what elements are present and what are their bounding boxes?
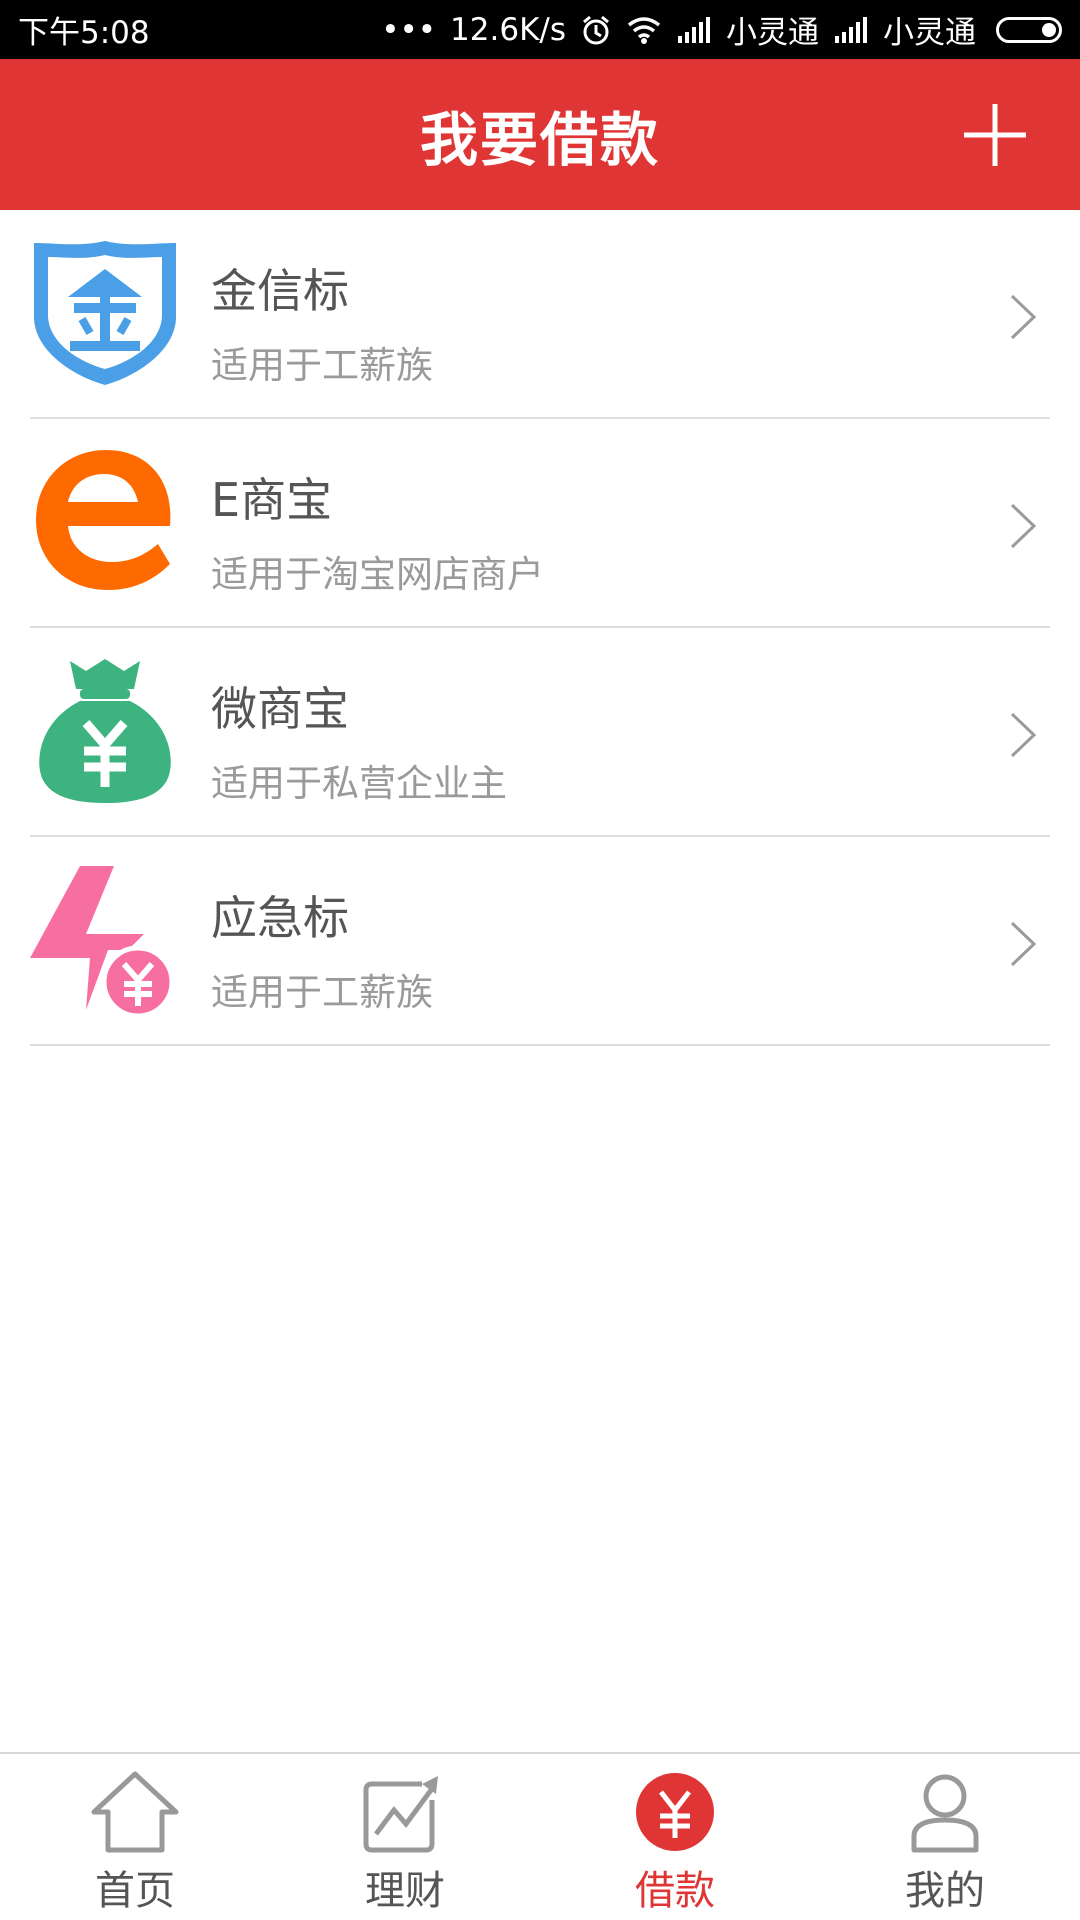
e-letter-icon xyxy=(36,450,171,590)
status-dots: ••• xyxy=(381,11,437,48)
lightning-yen-icon xyxy=(30,866,175,1014)
nav-mine[interactable]: 我的 xyxy=(810,1754,1080,1920)
carrier-2: 小灵通 xyxy=(883,15,976,51)
loan-title: 金信标 xyxy=(211,264,349,318)
chevron-right-icon xyxy=(1010,294,1037,340)
money-bag-icon xyxy=(39,659,171,803)
yen-circle-icon xyxy=(636,1773,714,1851)
nav-home-label: 首页 xyxy=(95,1868,175,1914)
chart-trend-icon xyxy=(363,1776,438,1853)
chevron-right-icon xyxy=(1010,712,1037,758)
wifi-icon xyxy=(627,16,661,44)
loan-subtitle: 适用于工薪族 xyxy=(211,344,433,387)
loan-title: E商宝 xyxy=(211,473,333,527)
chevron-right-icon xyxy=(1010,921,1037,967)
bottom-nav: 首页 理财 借款 我的 xyxy=(0,1752,1080,1920)
signal-icon-2 xyxy=(835,16,867,43)
loan-title: 应急标 xyxy=(211,891,349,945)
loan-subtitle: 适用于工薪族 xyxy=(211,971,433,1014)
carrier-1: 小灵通 xyxy=(726,15,819,51)
nav-borrow-label: 借款 xyxy=(635,1868,715,1914)
battery-icon xyxy=(996,16,1062,43)
signal-icon xyxy=(678,16,710,43)
gold-shield-icon xyxy=(34,241,176,385)
nav-home[interactable]: 首页 xyxy=(0,1754,270,1920)
loan-item-jinxinbiao[interactable]: 金信标 适用于工薪族 xyxy=(30,210,1050,419)
loan-item-weishangbao[interactable]: 微商宝 适用于私营企业主 xyxy=(30,628,1050,837)
network-speed: 12.6K/s xyxy=(450,11,566,48)
loan-item-eshangbao[interactable]: E商宝 适用于淘宝网店商户 xyxy=(30,419,1050,628)
loan-subtitle: 适用于私营企业主 xyxy=(211,762,507,805)
chevron-right-icon xyxy=(1010,503,1037,549)
nav-borrow[interactable]: 借款 xyxy=(540,1754,810,1920)
page-title: 我要借款 xyxy=(419,105,660,174)
home-icon xyxy=(91,1771,179,1853)
loan-subtitle: 适用于淘宝网店商户 xyxy=(211,553,544,596)
loan-item-yingjibiao[interactable]: 应急标 适用于工薪族 xyxy=(30,837,1050,1046)
nav-finance-label: 理财 xyxy=(365,1868,445,1914)
user-icon xyxy=(911,1774,979,1853)
loan-title: 微商宝 xyxy=(211,682,349,736)
nav-finance[interactable]: 理财 xyxy=(270,1754,540,1920)
status-bar: 下午5:08 ••• 12.6K/s 小灵通 小灵通 xyxy=(0,0,1080,59)
app-header: 我要借款 xyxy=(0,59,1080,210)
status-indicators: ••• 12.6K/s 小灵通 小灵通 xyxy=(381,7,1062,52)
add-button[interactable] xyxy=(962,102,1028,168)
nav-mine-label: 我的 xyxy=(905,1868,985,1914)
alarm-icon xyxy=(583,15,609,44)
loan-product-list: 金信标 适用于工薪族 E商宝 适用于淘宝网店商户 微商宝 适用于私营企业主 应急… xyxy=(0,210,1080,1046)
status-time: 下午5:08 xyxy=(18,15,150,51)
